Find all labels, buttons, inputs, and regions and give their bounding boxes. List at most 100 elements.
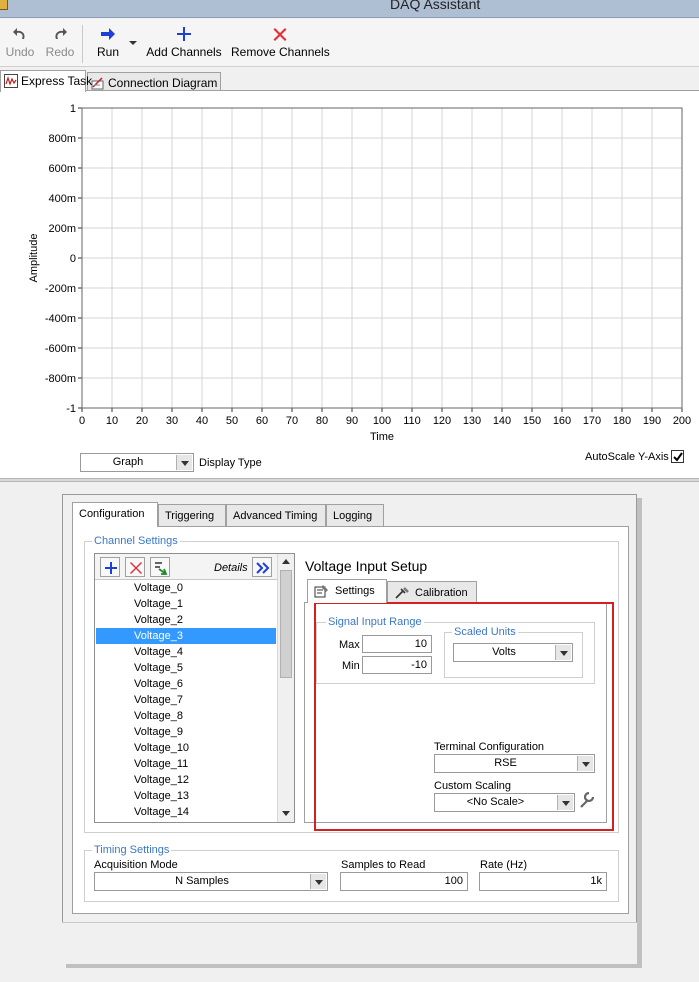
settings-icon — [314, 585, 328, 598]
list-item[interactable]: Voltage_0 — [96, 580, 276, 596]
x-tick-label: 40 — [196, 415, 208, 427]
add-channels-button[interactable]: Add Channels — [145, 19, 223, 67]
scroll-up-icon[interactable] — [282, 559, 290, 564]
run-arrow-icon — [101, 28, 115, 40]
x-tick-label: 30 — [166, 415, 178, 427]
x-tick-label: 70 — [286, 415, 298, 427]
calibration-icon — [395, 587, 409, 599]
list-item[interactable]: Voltage_2 — [96, 612, 276, 628]
rate-input[interactable]: 1k — [479, 872, 607, 891]
plus-icon — [105, 562, 117, 574]
x-tick-label: 200 — [673, 415, 691, 427]
y-tick-label: 800m — [48, 133, 76, 145]
tab-configuration[interactable]: Configuration — [72, 502, 158, 527]
x-axis-title: Time — [370, 431, 394, 443]
tab-advanced-timing[interactable]: Advanced Timing — [226, 504, 326, 526]
x-tick-label: 150 — [523, 415, 541, 427]
y-tick-label: -400m — [45, 313, 76, 325]
list-item-selected[interactable]: Voltage_3 — [96, 628, 276, 644]
x-tick-label: 90 — [346, 415, 358, 427]
details-label: Details — [214, 562, 248, 574]
double-chevron-right-icon — [256, 562, 270, 574]
connection-diagram-icon — [91, 77, 104, 90]
voltage-input-setup-title: Voltage Input Setup — [305, 558, 428, 574]
sort-channels-button[interactable] — [150, 557, 170, 577]
channel-settings-label: Channel Settings — [92, 535, 180, 547]
y-tick-label: -800m — [45, 373, 76, 385]
toolbar-separator — [82, 25, 83, 63]
x-tick-label: 160 — [553, 415, 571, 427]
acquisition-mode-select[interactable]: N Samples — [94, 872, 328, 891]
tab-calibration[interactable]: Calibration — [387, 581, 477, 603]
graph-panel: 1 800m 600m 400m 200m 0 -200m -400m -600m -800m -1… — [0, 90, 699, 478]
y-tick-label: -200m — [45, 283, 76, 295]
list-item[interactable]: Voltage_14 — [96, 804, 276, 820]
tab-settings[interactable]: Settings — [307, 579, 387, 603]
autoscale-label: AutoScale Y-Axis — [585, 451, 669, 463]
run-button[interactable]: Run — [90, 19, 126, 67]
y-tick-label: 1 — [70, 103, 76, 115]
expand-details-button[interactable] — [252, 557, 272, 577]
list-item[interactable]: Voltage_13 — [96, 788, 276, 804]
channel-list-scrollbar[interactable] — [277, 554, 294, 822]
channel-order-icon — [155, 562, 168, 575]
y-tick-label: 200m — [48, 223, 76, 235]
tab-connection-diagram[interactable]: Connection Diagram — [87, 72, 221, 92]
scroll-down-icon[interactable] — [282, 811, 290, 816]
x-tick-label: 180 — [613, 415, 631, 427]
highlight-box — [314, 602, 614, 831]
express-task-icon — [4, 74, 18, 88]
chevron-down-icon — [176, 455, 192, 470]
display-type-select[interactable]: Graph — [80, 453, 194, 472]
acquisition-mode-label: Acquisition Mode — [94, 859, 178, 871]
list-item[interactable]: Voltage_8 — [96, 708, 276, 724]
window-title: DAQ Assistant — [390, 0, 481, 12]
samples-to-read-input[interactable]: 100 — [340, 872, 468, 891]
remove-x-icon — [273, 28, 287, 41]
list-item[interactable]: Voltage_4 — [96, 644, 276, 660]
list-item[interactable]: Voltage_6 — [96, 676, 276, 692]
tab-logging[interactable]: Logging — [326, 504, 384, 526]
y-tick-label: 600m — [48, 163, 76, 175]
x-tick-label: 20 — [136, 415, 148, 427]
tab-triggering[interactable]: Triggering — [158, 504, 226, 526]
list-item[interactable]: Voltage_5 — [96, 660, 276, 676]
x-tick-label: 110 — [403, 415, 421, 427]
redo-button[interactable]: Redo — [42, 19, 78, 67]
toolbar: Undo Redo Run Add Channels Remove Channe… — [0, 19, 699, 67]
x-tick-label: 130 — [463, 415, 481, 427]
chevron-down-icon — [310, 874, 326, 889]
app-icon — [0, 0, 8, 10]
remove-x-icon — [130, 562, 142, 574]
add-channel-button[interactable] — [100, 557, 120, 577]
tab-express-task[interactable]: Express Task — [0, 70, 92, 92]
plus-icon — [177, 27, 191, 41]
x-tick-label: 50 — [226, 415, 238, 427]
checkmark-icon — [673, 452, 683, 462]
list-item[interactable]: Voltage_9 — [96, 724, 276, 740]
x-tick-label: 170 — [583, 415, 601, 427]
list-item[interactable]: Voltage_12 — [96, 772, 276, 788]
x-tick-label: 100 — [373, 415, 391, 427]
pane-divider[interactable] — [0, 478, 699, 482]
autoscale-checkbox[interactable] — [671, 450, 684, 463]
amplitude-time-graph: 1 800m 600m 400m 200m 0 -200m -400m -600m -800m -1… — [28, 103, 691, 443]
list-item[interactable]: Voltage_1 — [96, 596, 276, 612]
window-footer — [62, 922, 637, 964]
title-bar: DAQ Assistant — [0, 0, 699, 18]
remove-channel-button[interactable] — [125, 557, 145, 577]
list-item[interactable]: Voltage_7 — [96, 692, 276, 708]
list-item[interactable]: Voltage_10 — [96, 740, 276, 756]
list-item[interactable]: Voltage_11 — [96, 756, 276, 772]
y-axis-title: Amplitude — [28, 234, 40, 283]
scrollbar-thumb[interactable] — [280, 570, 292, 678]
channel-list-header — [95, 554, 277, 580]
y-tick-label: -1 — [66, 403, 76, 415]
run-dropdown-icon[interactable] — [128, 40, 138, 46]
x-tick-label: 120 — [433, 415, 451, 427]
undo-button[interactable]: Undo — [2, 19, 38, 67]
remove-channels-button[interactable]: Remove Channels — [231, 19, 330, 67]
x-tick-label: 0 — [79, 415, 85, 427]
y-tick-label: 400m — [48, 193, 76, 205]
x-tick-label: 140 — [493, 415, 511, 427]
